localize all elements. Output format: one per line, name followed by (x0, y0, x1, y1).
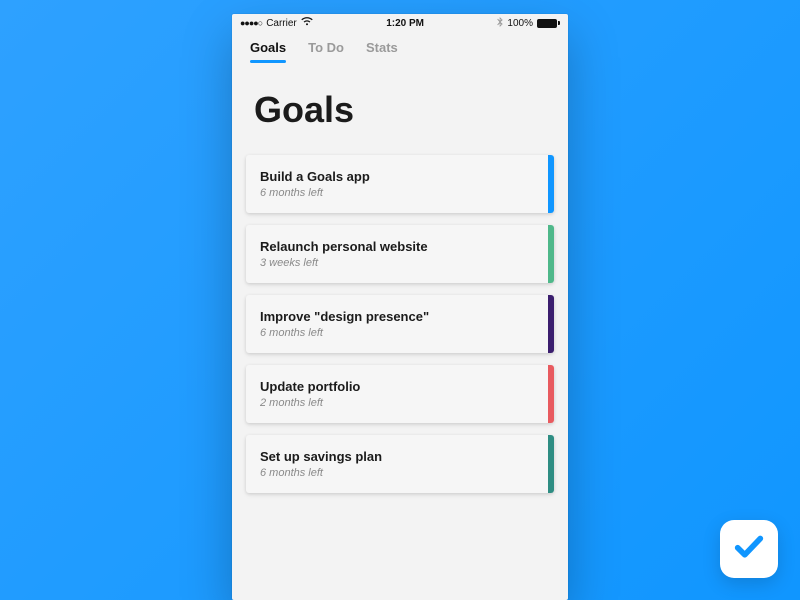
battery-percent: 100% (507, 18, 533, 29)
app-badge (720, 520, 778, 578)
phone-frame: ●●●●○ Carrier 1:20 PM 100% Goals To Do S… (232, 14, 568, 600)
goal-accent (548, 295, 554, 353)
goal-body: Relaunch personal website 3 weeks left (246, 225, 548, 283)
goal-accent (548, 435, 554, 493)
signal-dots-icon: ●●●●○ (240, 18, 262, 28)
tab-stats[interactable]: Stats (366, 40, 398, 63)
battery-icon (537, 19, 560, 28)
goal-title: Relaunch personal website (260, 239, 534, 254)
goal-meta: 6 months left (260, 187, 534, 199)
goal-card[interactable]: Relaunch personal website 3 weeks left (246, 225, 554, 283)
goal-title: Improve "design presence" (260, 309, 534, 324)
goal-body: Set up savings plan 6 months left (246, 435, 548, 493)
goal-meta: 6 months left (260, 467, 534, 479)
tab-label: To Do (308, 40, 344, 55)
status-bar: ●●●●○ Carrier 1:20 PM 100% (232, 14, 568, 32)
goal-body: Build a Goals app 6 months left (246, 155, 548, 213)
carrier-label: Carrier (266, 18, 297, 29)
tab-todo[interactable]: To Do (308, 40, 344, 63)
clock: 1:20 PM (386, 18, 424, 29)
goal-card[interactable]: Set up savings plan 6 months left (246, 435, 554, 493)
goal-meta: 2 months left (260, 397, 534, 409)
goal-accent (548, 155, 554, 213)
tab-bar: Goals To Do Stats (232, 32, 568, 63)
tab-label: Goals (250, 40, 286, 55)
bluetooth-icon (497, 17, 503, 30)
tab-goals[interactable]: Goals (250, 40, 286, 63)
goal-body: Update portfolio 2 months left (246, 365, 548, 423)
goal-accent (548, 225, 554, 283)
goal-card[interactable]: Update portfolio 2 months left (246, 365, 554, 423)
goal-accent (548, 365, 554, 423)
status-left: ●●●●○ Carrier (240, 17, 313, 29)
goal-title: Update portfolio (260, 379, 534, 394)
goal-body: Improve "design presence" 6 months left (246, 295, 548, 353)
goal-list: Build a Goals app 6 months left Relaunch… (232, 155, 568, 493)
goal-card[interactable]: Improve "design presence" 6 months left (246, 295, 554, 353)
goal-card[interactable]: Build a Goals app 6 months left (246, 155, 554, 213)
tab-label: Stats (366, 40, 398, 55)
goal-meta: 6 months left (260, 327, 534, 339)
goal-meta: 3 weeks left (260, 257, 534, 269)
goal-title: Build a Goals app (260, 169, 534, 184)
page-title: Goals (232, 63, 568, 155)
checkmark-icon (732, 530, 766, 569)
wifi-icon (301, 17, 313, 29)
goal-title: Set up savings plan (260, 449, 534, 464)
status-right: 100% (497, 17, 560, 30)
